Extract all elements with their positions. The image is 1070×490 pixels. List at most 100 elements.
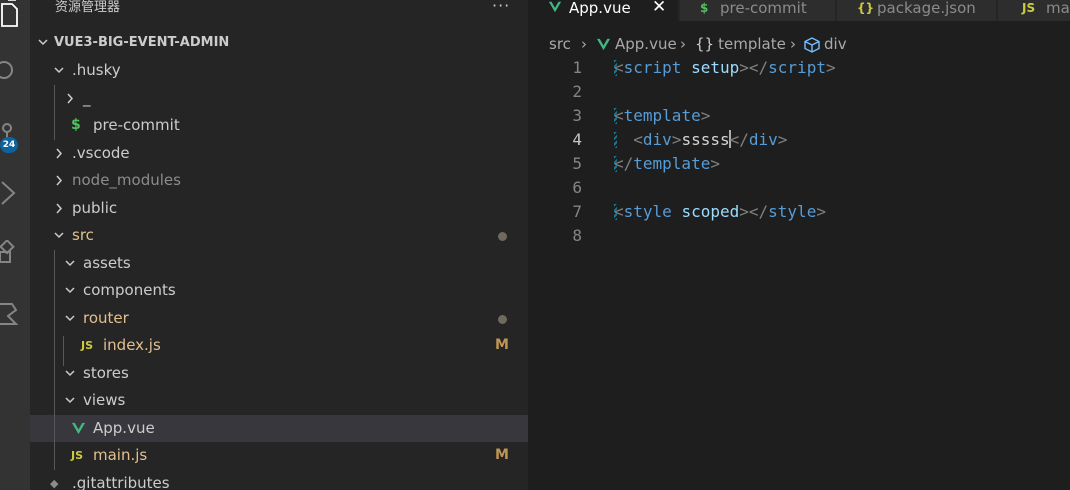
- explorer-icon[interactable]: [0, 0, 30, 30]
- code-token: div: [748, 130, 778, 149]
- workspace-root[interactable]: VUE3-BIG-EVENT-ADMIN: [30, 29, 528, 56]
- shell-file-icon: $: [71, 117, 81, 133]
- chevron-down-icon: [65, 287, 75, 294]
- tree-item-components[interactable]: components: [30, 277, 528, 304]
- code-token: scoped: [681, 202, 740, 221]
- code-editor[interactable]: 1 <script setup></script> 2 3 <template> 4 <d…: [528, 55, 1070, 490]
- breadcrumb-separator: ›: [581, 33, 587, 55]
- code-line[interactable]: 8: [528, 224, 1070, 248]
- tree-item-label: src: [72, 226, 94, 244]
- line-number: 2: [572, 82, 582, 101]
- tree-item-label: pre-commit: [93, 116, 180, 134]
- code-token: script: [768, 58, 826, 77]
- tab-main-js[interactable]: JS main.js: [998, 0, 1070, 21]
- tree-item-stores[interactable]: stores: [30, 360, 528, 387]
- breadcrumb-label: div: [824, 35, 847, 53]
- chevron-down-icon: [65, 314, 75, 321]
- tree-item-label: _: [83, 88, 91, 107]
- breadcrumb-item[interactable]: div: [804, 33, 847, 55]
- tree-item-router[interactable]: router: [30, 305, 528, 332]
- git-modified-badge: M: [495, 337, 509, 353]
- code-line[interactable]: 5 </template>: [528, 152, 1070, 176]
- tree-item-vscode[interactable]: .vscode: [30, 140, 528, 167]
- tree-item-[interactable]: _: [30, 85, 528, 112]
- tree-item-main-js[interactable]: JS main.js M: [30, 442, 528, 469]
- tree-item-assets[interactable]: assets: [30, 250, 528, 277]
- js-file-icon: JS: [71, 449, 84, 462]
- git-modified-badge: M: [495, 447, 509, 463]
- code-text: <div>sssss</div>: [614, 128, 787, 152]
- modified-dot-icon: [498, 314, 507, 324]
- code-line[interactable]: 3 <template>: [528, 104, 1070, 128]
- tree-item-label: router: [83, 308, 129, 327]
- tab-label: main.js: [1046, 0, 1070, 17]
- code-token: <: [614, 58, 624, 77]
- tree-item-pre-commit[interactable]: $ pre-commit: [30, 112, 528, 139]
- tree-item-views[interactable]: views: [30, 387, 528, 414]
- chevron-right-icon: ›: [581, 35, 587, 53]
- code-token: div: [642, 130, 672, 149]
- tab-package-json[interactable]: {} package.json: [837, 0, 996, 21]
- vue-file-icon: [596, 35, 611, 53]
- element-cube-icon: [804, 35, 820, 53]
- code-token: <: [633, 130, 643, 149]
- more-actions-button[interactable]: ···: [492, 0, 510, 15]
- tab-pre-commit[interactable]: $ pre-commit: [680, 0, 835, 21]
- tree-item-label: .husky: [72, 61, 121, 79]
- code-text: </template>: [614, 152, 720, 176]
- line-number: 7: [572, 202, 582, 221]
- tree-item-label: assets: [83, 253, 131, 272]
- code-line[interactable]: 6: [528, 176, 1070, 200]
- chevron-right-icon: [67, 93, 74, 103]
- breadcrumb-item[interactable]: App.vue: [596, 33, 677, 55]
- tree-item-app-vue[interactable]: App.vue: [30, 414, 528, 442]
- tree-item-src[interactable]: src: [30, 222, 528, 249]
- breadcrumb-label: template: [718, 35, 786, 53]
- close-tab-icon[interactable]: ✕: [652, 0, 666, 16]
- code-line[interactable]: 7 <style scoped></style>: [528, 200, 1070, 224]
- tab-app-vue[interactable]: App.vue ✕: [528, 0, 678, 21]
- git-file-icon: ◆: [50, 476, 59, 490]
- tree-item-label: main.js: [93, 446, 148, 464]
- run-debug-icon[interactable]: [0, 178, 30, 208]
- tree-item-gitattributes[interactable]: ◆ .gitattributes: [30, 470, 528, 490]
- code-token: </: [748, 58, 769, 77]
- tab-label: App.vue: [569, 0, 631, 17]
- vue-icon: [548, 1, 562, 12]
- editor-tabs: App.vue ✕ $ pre-commit {}package.json JS main.…: [528, 0, 1070, 21]
- code-token: <: [614, 202, 624, 221]
- search-icon[interactable]: [0, 55, 30, 85]
- code-line[interactable]: 4 <div>sssss</div>: [528, 128, 1070, 152]
- code-token: style: [623, 202, 672, 221]
- code-token: <: [614, 106, 624, 125]
- code-token: template: [623, 106, 701, 125]
- code-token: style: [768, 202, 817, 221]
- indent-guide: [63, 336, 64, 366]
- chevron-down-icon: [38, 39, 48, 46]
- code-token: >: [816, 202, 826, 221]
- code-line[interactable]: 1 <script setup></script>: [528, 56, 1070, 80]
- modified-dot-icon: [498, 232, 507, 241]
- tree-item-node-modules[interactable]: node_modules: [30, 167, 528, 194]
- tab-label: package.json: [877, 0, 976, 17]
- chevron-down-icon: [65, 259, 75, 266]
- vue-icon: [71, 422, 86, 435]
- extensions-icon[interactable]: [0, 240, 30, 270]
- line-number: 6: [572, 178, 582, 197]
- tree-item-label: stores: [83, 363, 129, 382]
- code-token: </: [729, 130, 749, 149]
- tree-item-label: views: [83, 391, 126, 409]
- tree-item-public[interactable]: public: [30, 195, 528, 222]
- chevron-down-icon: [65, 369, 75, 376]
- breadcrumb-item[interactable]: {} template: [695, 33, 786, 55]
- remote-explorer-icon[interactable]: [0, 300, 30, 330]
- code-line[interactable]: 2: [528, 80, 1070, 104]
- tab-label: pre-commit: [720, 0, 807, 17]
- braces-icon: {}: [695, 35, 715, 53]
- tree-item-husky[interactable]: .husky: [30, 57, 528, 84]
- tree-item-index-js[interactable]: JS index.js M: [30, 332, 528, 359]
- tree-item-label: .vscode: [72, 143, 130, 162]
- breadcrumb-item[interactable]: src: [549, 33, 571, 55]
